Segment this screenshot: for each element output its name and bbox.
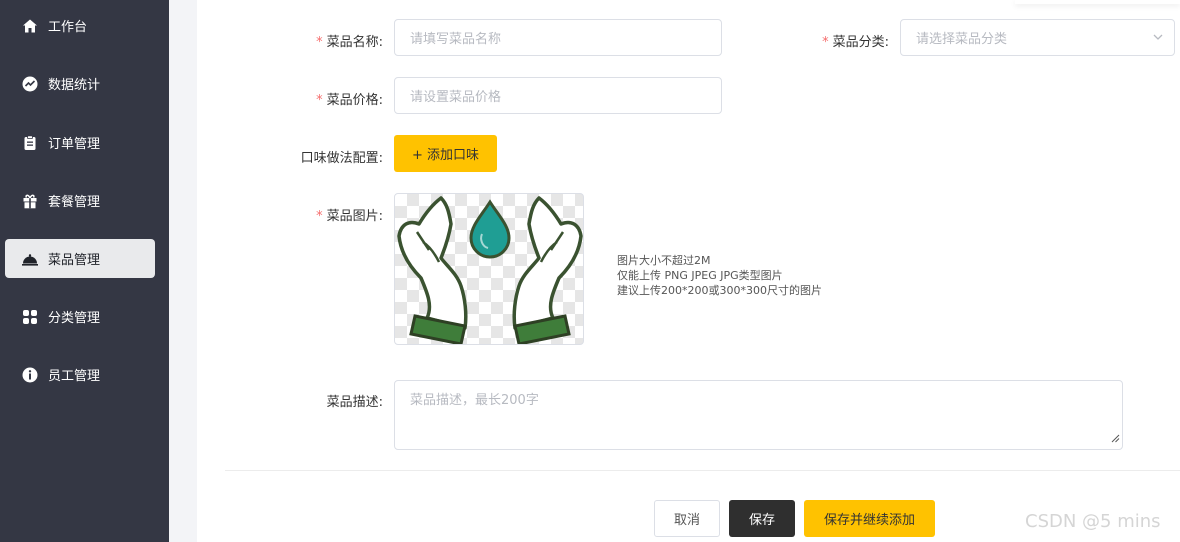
dish-image-preview: [397, 196, 583, 344]
sidebar-item-label: 数据统计: [48, 78, 101, 93]
dish-price-input[interactable]: 请设置菜品价格: [394, 77, 722, 114]
dish-category-label: * 菜品分类:: [822, 35, 889, 50]
upload-tips: 图片大小不超过2M 仅能上传 PNG JPEG JPG类型图片 建议上传200*…: [617, 253, 822, 298]
header-shadow: [1015, 0, 1180, 4]
gift-icon: [21, 192, 39, 210]
upload-tip-size: 图片大小不超过2M: [617, 254, 711, 267]
sidebar-item-label: 员工管理: [48, 369, 101, 384]
cloche-icon: [21, 250, 39, 268]
sidebar-item-workbench[interactable]: 工作台: [5, 6, 155, 45]
sidebar-item-statistics[interactable]: 数据统计: [5, 64, 155, 103]
sidebar-item-label: 订单管理: [48, 137, 101, 152]
chart-icon: [21, 75, 39, 93]
sidebar-item-combos[interactable]: 套餐管理: [5, 181, 155, 220]
content-gutter: [169, 0, 197, 542]
upload-tip-dimensions: 建议上传200*200或300*300尺寸的图片: [617, 284, 822, 297]
save-and-continue-button[interactable]: 保存并继续添加: [804, 500, 935, 537]
form-divider: [225, 470, 1180, 471]
chevron-down-icon: [1152, 31, 1164, 47]
dish-description-label: 菜品描述:: [326, 395, 383, 410]
dish-image-label: * 菜品图片:: [316, 209, 383, 224]
grid-icon: [21, 308, 39, 326]
user-info-icon: [21, 366, 39, 384]
sidebar-item-label: 工作台: [48, 20, 88, 35]
dish-description-textarea[interactable]: 菜品描述，最长200字: [394, 380, 1123, 450]
image-upload[interactable]: [394, 193, 584, 345]
upload-tip-format: 仅能上传 PNG JPEG JPG类型图片: [617, 269, 783, 282]
clipboard-icon: [21, 134, 39, 152]
sidebar-item-label: 分类管理: [48, 311, 101, 326]
dish-price-label: * 菜品价格:: [316, 93, 383, 108]
watermark: CSDN @5 mins: [1025, 511, 1161, 532]
required-mark: *: [316, 35, 323, 50]
required-mark: *: [316, 93, 323, 108]
sidebar-item-orders[interactable]: 订单管理: [5, 123, 155, 162]
cancel-button[interactable]: 取消: [654, 500, 720, 537]
dish-category-select[interactable]: 请选择菜品分类: [900, 19, 1175, 56]
sidebar-item-dishes[interactable]: 菜品管理: [5, 239, 155, 278]
sidebar-item-employees[interactable]: 员工管理: [5, 355, 155, 394]
required-mark: *: [822, 35, 829, 50]
sidebar-item-categories[interactable]: 分类管理: [5, 297, 155, 336]
resize-handle-icon[interactable]: [1111, 432, 1120, 447]
sidebar-item-label: 菜品管理: [48, 253, 101, 268]
save-button[interactable]: 保存: [729, 500, 795, 537]
home-icon: [21, 17, 39, 35]
sidebar: 工作台 数据统计 订单管理 套餐管理 菜品管理 分类管理 员工管理: [0, 0, 169, 542]
dish-name-label: * 菜品名称:: [316, 35, 383, 50]
required-mark: *: [316, 209, 323, 224]
sidebar-item-label: 套餐管理: [48, 195, 101, 210]
flavor-config-label: 口味做法配置:: [300, 151, 383, 166]
add-flavor-button[interactable]: + 添加口味: [394, 135, 497, 172]
dish-name-input[interactable]: 请填写菜品名称: [394, 19, 722, 56]
